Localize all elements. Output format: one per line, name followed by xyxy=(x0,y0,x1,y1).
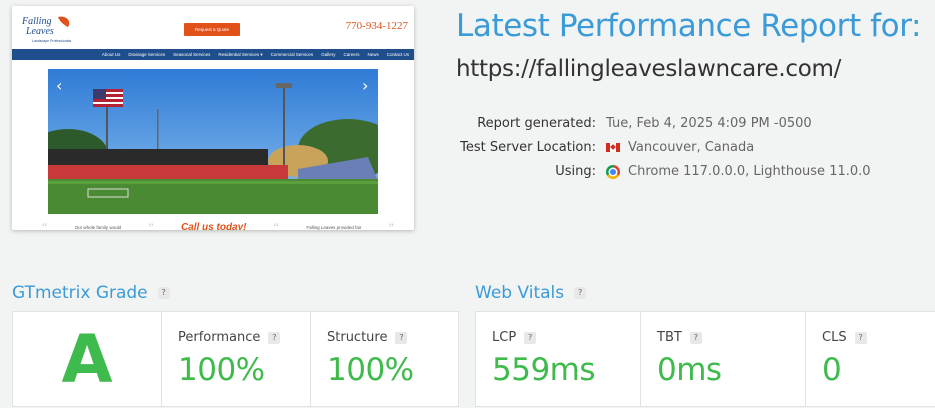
gtmetrix-grade-card: A Performance ? 100% Structure ? 100% xyxy=(12,311,459,407)
using-label: Using: xyxy=(555,164,596,179)
gtmetrix-grade-heading: GTmetrix Grade ? xyxy=(12,283,170,303)
cls-label-wrap: CLS ? xyxy=(822,330,867,345)
web-vitals-card: LCP ? 559ms TBT ? 0ms CLS ? 0 xyxy=(475,311,935,407)
test-location-label: Test Server Location: xyxy=(460,140,596,155)
report-generated-label: Report generated: xyxy=(477,116,596,131)
help-icon[interactable]: ? xyxy=(574,287,587,299)
tbt-label: TBT xyxy=(657,330,682,345)
lcp-label-wrap: LCP ? xyxy=(492,330,537,345)
open-quote-icon: “ xyxy=(273,219,280,231)
structure-metric: Structure ? 100% xyxy=(310,312,460,406)
report-url: https://fallingleaveslawncare.com/ xyxy=(456,56,842,82)
grade-letter: A xyxy=(61,320,113,398)
canada-flag-icon xyxy=(606,143,620,152)
cls-value: 0 xyxy=(822,352,842,388)
using-value-wrap: Chrome 117.0.0.0, Lighthouse 11.0.0 xyxy=(606,164,871,179)
structure-label-wrap: Structure ? xyxy=(327,330,408,345)
web-vitals-title: Web Vitals xyxy=(475,283,565,303)
help-icon[interactable]: ? xyxy=(268,331,281,344)
cls-label: CLS xyxy=(822,330,847,345)
report-title: Latest Performance Report for: xyxy=(456,8,922,44)
performance-metric: Performance ? 100% xyxy=(161,312,310,406)
site-nav: About Us Drainage Services Seasonal Serv… xyxy=(12,49,414,60)
lcp-label: LCP xyxy=(492,330,517,345)
performance-label-wrap: Performance ? xyxy=(178,330,281,345)
testimonial-strip: “ Our whole family would ” Call us today… xyxy=(42,219,394,231)
performance-value: 100% xyxy=(178,352,265,388)
lcp-value: 559ms xyxy=(492,352,596,388)
open-quote-icon: “ xyxy=(42,219,48,231)
report-generated-value: Tue, Feb 4, 2025 4:09 PM -0500 xyxy=(606,116,812,131)
tbt-value: 0ms xyxy=(657,352,722,388)
help-icon[interactable]: ? xyxy=(524,331,537,344)
structure-value: 100% xyxy=(327,352,414,388)
testimonial-left: Our whole family would xyxy=(74,224,122,230)
site-logo: Falling Leaves Landscape Professionals xyxy=(21,16,71,43)
using-value: Chrome 117.0.0.0, Lighthouse 11.0.0 xyxy=(628,164,871,179)
site-nav-item[interactable]: Residential Services ▾ xyxy=(218,52,262,58)
help-icon[interactable]: ? xyxy=(689,331,702,344)
site-nav-item[interactable]: News xyxy=(367,52,378,57)
performance-label: Performance xyxy=(178,330,261,345)
carousel-prev-icon[interactable]: ‹ xyxy=(56,76,62,95)
tbt-label-wrap: TBT ? xyxy=(657,330,702,345)
site-nav-item[interactable]: Commercial Services xyxy=(271,52,314,57)
carousel-next-icon[interactable]: › xyxy=(362,76,368,95)
gtmetrix-grade-title: GTmetrix Grade xyxy=(12,283,148,303)
test-location-value: Vancouver, Canada xyxy=(628,140,755,155)
close-quote-icon: ” xyxy=(388,219,394,231)
site-nav-item[interactable]: Contact Us xyxy=(387,52,409,57)
lcp-metric: LCP ? 559ms xyxy=(476,312,640,406)
close-quote-icon: ” xyxy=(148,219,154,231)
tbt-metric: TBT ? 0ms xyxy=(640,312,805,406)
site-nav-item[interactable]: Seasonal Services xyxy=(173,52,210,57)
test-location-value-wrap: Vancouver, Canada xyxy=(606,140,754,155)
svg-text:Leaves: Leaves xyxy=(25,26,54,37)
chrome-icon xyxy=(606,164,620,179)
testimonial-right: Falling Leaves provided fair xyxy=(306,224,362,230)
help-icon[interactable]: ? xyxy=(854,331,867,344)
structure-label: Structure xyxy=(327,330,388,345)
request-quote-button[interactable]: Request a Quote xyxy=(184,23,240,36)
call-us-heading: Call us today! xyxy=(180,221,247,231)
site-nav-item[interactable]: Drainage Services xyxy=(128,52,165,57)
cls-metric: CLS ? 0 xyxy=(805,312,935,406)
web-vitals-heading: Web Vitals ? xyxy=(475,283,587,303)
site-phone: 770-934-1227 xyxy=(345,20,408,32)
svg-text:Landscape Professionals: Landscape Professionals xyxy=(32,39,71,43)
site-nav-item[interactable]: Careers xyxy=(343,52,359,57)
help-icon[interactable]: ? xyxy=(157,287,170,299)
site-nav-item[interactable]: Gallery xyxy=(321,52,335,57)
help-icon[interactable]: ? xyxy=(395,331,408,344)
site-nav-item[interactable]: About Us xyxy=(102,52,121,57)
